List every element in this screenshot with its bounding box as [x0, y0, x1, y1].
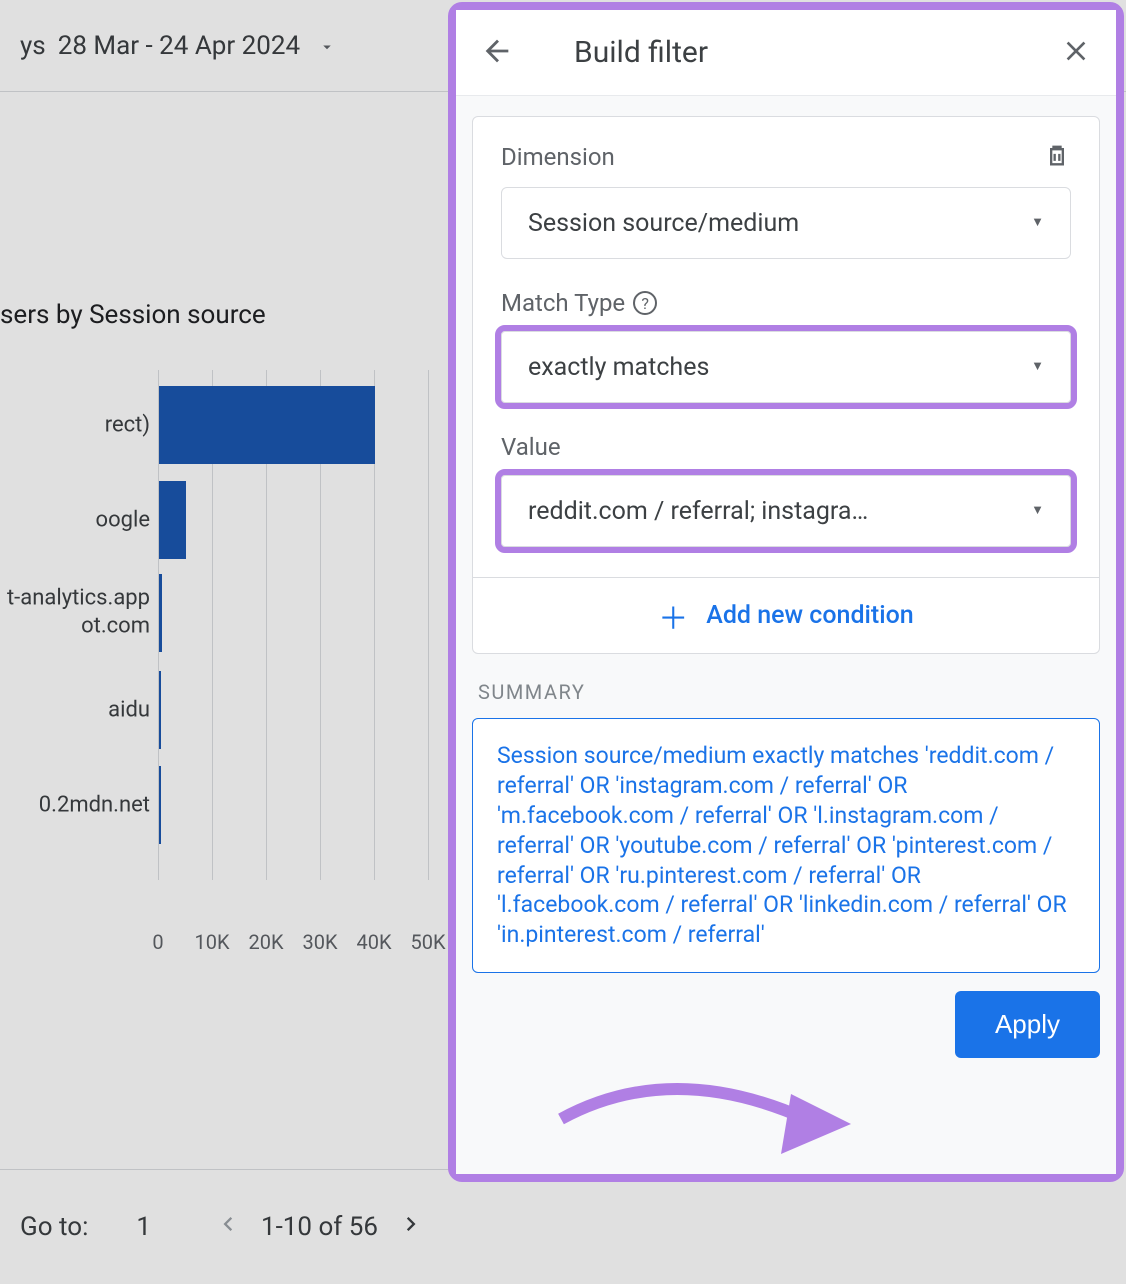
date-range-text: 28 Mar - 24 Apr 2024	[58, 31, 300, 61]
value-select[interactable]: reddit.com / referral; instagra… ▼	[501, 475, 1071, 547]
y-label: 0.2mdn.net	[0, 791, 150, 819]
table-pager: Go to: 1 1-10 of 56	[0, 1169, 450, 1284]
y-label: aidu	[0, 696, 150, 724]
pager-page[interactable]: 1	[136, 1212, 151, 1242]
chevron-down-icon: ▼	[1031, 502, 1044, 518]
chevron-right-icon[interactable]	[398, 1210, 426, 1245]
x-tick: 10K	[194, 930, 229, 954]
bar	[159, 481, 186, 559]
dimension-value: Session source/medium	[528, 209, 799, 238]
chevron-left-icon[interactable]	[213, 1210, 241, 1245]
dimension-label: Dimension	[501, 143, 615, 171]
plus-icon: ＋	[658, 594, 688, 638]
bar	[159, 386, 375, 464]
x-tick: 0	[152, 930, 163, 954]
bar	[159, 671, 161, 749]
annotation-arrow	[551, 1064, 851, 1164]
filter-panel: Build filter Dimension Session source/me…	[448, 2, 1124, 1182]
summary-label: SUMMARY	[478, 680, 1100, 704]
chart-title: sers by Session source	[0, 300, 450, 330]
trash-icon[interactable]	[1043, 141, 1071, 173]
match-type-label: Match Type	[501, 289, 625, 317]
chevron-down-icon	[318, 33, 336, 63]
bar	[159, 574, 162, 652]
y-label: t-analytics.app ot.com	[0, 585, 150, 640]
date-prefix: ys	[20, 31, 46, 61]
bar-chart: rect) oogle t-analytics.app ot.com aidu …	[0, 370, 430, 930]
summary-box: Session source/medium exactly matches 'r…	[472, 718, 1100, 973]
dimension-select[interactable]: Session source/medium ▼	[501, 187, 1071, 259]
x-tick: 40K	[356, 930, 391, 954]
add-condition-button[interactable]: ＋ Add new condition	[473, 577, 1099, 653]
bar	[159, 766, 161, 844]
apply-button[interactable]: Apply	[955, 991, 1100, 1058]
close-icon[interactable]	[1060, 35, 1092, 71]
match-type-value: exactly matches	[528, 353, 709, 382]
y-label: oogle	[0, 506, 150, 534]
chevron-down-icon: ▼	[1031, 214, 1044, 230]
panel-title: Build filter	[574, 35, 1060, 70]
value-text: reddit.com / referral; instagra…	[528, 497, 868, 526]
condition-card: Dimension Session source/medium ▼ Match …	[472, 116, 1100, 654]
add-condition-label: Add new condition	[706, 601, 913, 630]
value-label: Value	[501, 433, 1071, 461]
chevron-down-icon: ▼	[1031, 358, 1044, 374]
y-label: rect)	[0, 411, 150, 439]
x-tick: 20K	[248, 930, 283, 954]
match-type-select[interactable]: exactly matches ▼	[501, 331, 1071, 403]
pager-range: 1-10 of 56	[261, 1212, 378, 1242]
back-arrow-icon[interactable]	[480, 34, 574, 72]
x-tick: 50K	[410, 930, 445, 954]
help-icon[interactable]: ?	[633, 291, 657, 315]
x-tick: 30K	[302, 930, 337, 954]
pager-label: Go to:	[20, 1212, 88, 1242]
